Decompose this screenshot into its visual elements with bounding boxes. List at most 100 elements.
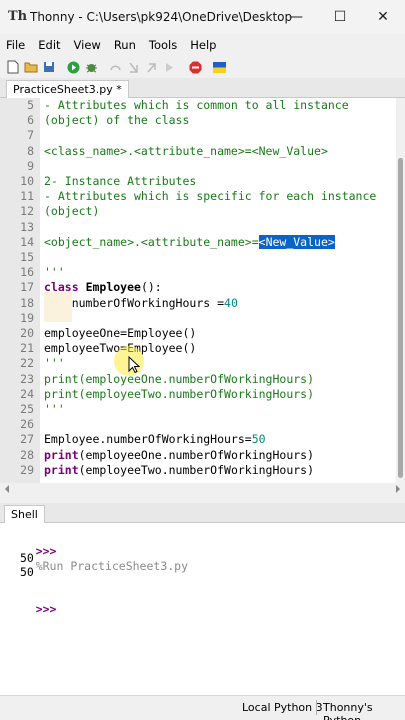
line-number: 11 [20, 189, 34, 204]
step-into-icon[interactable] [126, 60, 140, 74]
code-line[interactable]: 20 employeeOne=Employee() [0, 326, 396, 341]
shell-output-line: 50 [20, 565, 34, 579]
maximize-button[interactable]: ☐ [318, 0, 362, 34]
code-line[interactable]: 13 [0, 220, 396, 235]
line-number: 5 [27, 98, 34, 112]
menu-tools[interactable]: Tools [149, 38, 177, 52]
code-line[interactable]: 8 <class_name>.<attribute_name>=<New_Valu… [0, 144, 396, 159]
code-line[interactable]: 7 [0, 128, 396, 143]
new-file-icon[interactable] [6, 60, 20, 74]
code-text: ''' [44, 356, 65, 371]
code-text: (object) [44, 204, 99, 219]
code-token: (employeeTwo.numberOfWorkingHours) [78, 462, 315, 477]
code-text: print(employeeOne.numberOfWorkingHours) [44, 372, 314, 387]
line-number: 28 [20, 447, 34, 462]
code-token: Employee.numberOfWorkingHours= [44, 432, 252, 447]
step-out-icon[interactable] [144, 60, 158, 74]
code-line[interactable]: 26 [0, 417, 396, 432]
editor-vertical-scrollbar[interactable] [396, 98, 405, 483]
code-line[interactable]: 22 ''' [0, 356, 396, 371]
code-line[interactable]: 18 numberOfWorkingHours =40 [0, 296, 396, 311]
menu-run[interactable]: Run [114, 38, 136, 52]
debug-icon[interactable] [84, 60, 98, 74]
resume-icon[interactable] [162, 60, 176, 74]
close-button[interactable]: ✕ [361, 0, 405, 34]
code-text: <object_name>.<attribute_name>=<New_Valu… [44, 234, 335, 250]
line-number: 29 [20, 462, 34, 477]
run-icon[interactable] [66, 60, 80, 74]
code-text: print(employeeTwo.numberOfWorkingHours) [44, 387, 314, 402]
line-number: 15 [20, 250, 34, 264]
code-token: numberOfWorkingHours = [44, 295, 225, 310]
selected-text: <New_Value> [258, 234, 335, 249]
menu-help[interactable]: Help [190, 38, 216, 52]
code-editor[interactable]: 5 - Attributes which is common to all ins… [0, 98, 396, 483]
code-line[interactable]: 12 (object) [0, 204, 396, 219]
menu-edit[interactable]: Edit [38, 38, 60, 52]
step-over-icon[interactable] [108, 60, 122, 74]
interpreter-selector[interactable]: Local Python 3 [242, 701, 323, 714]
tab-shell[interactable]: Shell [4, 505, 45, 523]
shell-console[interactable]: >>> %Run PracticeSheet3.py 50 50 >>> [0, 523, 405, 695]
code-token: (employeeOne.numberOfWorkingHours) [78, 447, 315, 462]
line-number: 24 [20, 386, 34, 401]
code-token: print(employeeTwo.numberOfWorkingHours) [44, 386, 315, 401]
code-line[interactable]: 19 [0, 311, 396, 326]
line-number: 22 [20, 356, 34, 371]
ukraine-flag-icon[interactable] [212, 60, 226, 74]
code-line[interactable]: 25 ''' [0, 402, 396, 417]
scroll-right-icon[interactable] [395, 485, 401, 493]
code-line[interactable]: 14 <object_name>.<attribute_name>=<New_Va… [0, 234, 396, 250]
code-text: Employee.numberOfWorkingHours=50 [44, 432, 266, 447]
code-line[interactable]: 11 - Attributes which is specific for eac… [0, 189, 396, 204]
line-number: 18 [20, 295, 34, 310]
editor-scroll-thumb[interactable] [398, 158, 403, 478]
code-line[interactable]: 6 (object) of the class [0, 113, 396, 128]
editor-horizontal-scrollbar[interactable] [0, 483, 405, 495]
pane-divider[interactable] [0, 495, 405, 503]
line-number: 25 [20, 402, 34, 416]
line-number: 14 [20, 234, 34, 249]
code-line[interactable]: 10 2- Instance Attributes [0, 174, 396, 189]
code-token: ''' [44, 265, 65, 280]
code-token: employeeOne=Employee() [44, 326, 197, 340]
code-token: 40 [224, 295, 238, 310]
toolbar [0, 56, 405, 78]
save-icon[interactable] [42, 60, 56, 74]
code-line[interactable]: 21employeeTwo=Employee() [0, 341, 396, 356]
python-label[interactable]: Thonny's Python [323, 701, 405, 720]
code-line[interactable]: 9 [0, 159, 396, 174]
code-line[interactable]: 5 - Attributes which is common to all ins… [0, 98, 396, 113]
tab-practicesheet3[interactable]: PracticeSheet3.py * [6, 80, 129, 98]
code-line[interactable]: 27 Employee.numberOfWorkingHours=50 [0, 432, 396, 447]
code-line[interactable]: 29 print(employeeTwo.numberOfWorkingHours… [0, 463, 396, 478]
code-token: 50 [251, 432, 266, 447]
menu-bar: File Edit View Run Tools Help [0, 34, 405, 56]
stop-icon[interactable] [188, 60, 202, 74]
line-number: 27 [20, 432, 34, 447]
shell-tab-bar: Shell [0, 503, 405, 523]
status-divider [316, 700, 317, 715]
title-bar: Th Thonny - C:\Users\pk924\OneDrive\Desk… [0, 0, 405, 34]
code-line[interactable]: 28 print(employeeOne.numberOfWorkingHours… [0, 448, 396, 463]
line-number: 6 [27, 113, 34, 128]
scroll-left-icon[interactable] [4, 485, 10, 493]
code-token: class [44, 280, 79, 295]
code-text: print(employeeTwo.numberOfWorkingHours) [44, 463, 314, 478]
code-token: <object_name>.<attribute_name>= [44, 234, 259, 249]
code-token: ''' [44, 402, 65, 416]
code-line[interactable]: 17 class Employee(): [0, 280, 396, 295]
open-file-icon[interactable] [24, 60, 38, 74]
code-text: 2- Instance Attributes [44, 174, 196, 189]
menu-view[interactable]: View [74, 38, 101, 52]
editor-tab-bar: PracticeSheet3.py * [0, 78, 405, 98]
code-token: ''' [44, 356, 65, 371]
code-line[interactable]: 15 [0, 250, 396, 265]
menu-file[interactable]: File [6, 38, 25, 52]
code-line[interactable]: 16 ''' [0, 265, 396, 280]
code-line[interactable]: 24 print(employeeTwo.numberOfWorkingHours… [0, 387, 396, 402]
code-token: print [44, 447, 79, 462]
code-line[interactable]: 23 print(employeeOne.numberOfWorkingHours… [0, 372, 396, 387]
minimize-button[interactable]: — [274, 0, 318, 34]
